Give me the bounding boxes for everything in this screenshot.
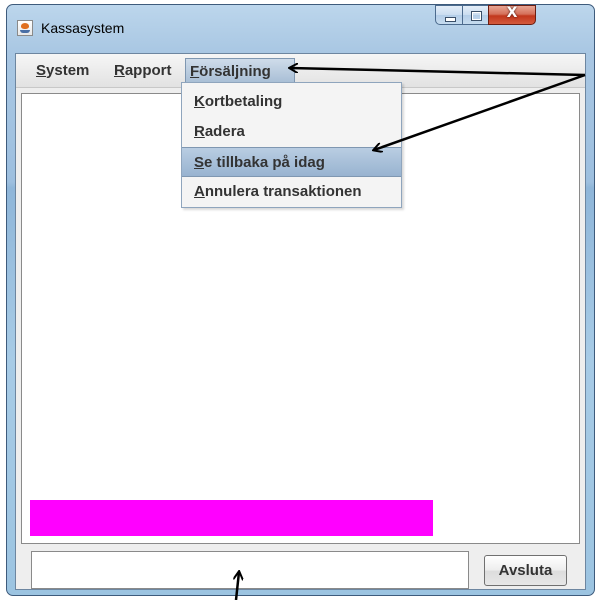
arrow-to-item — [374, 73, 586, 150]
screenshot-stage: Kassasystem X System Rapport Försäljning… — [0, 0, 603, 600]
annotation-overlay — [0, 0, 586, 600]
arrow-to-menu — [290, 68, 586, 77]
arrow-to-bottom-field — [236, 572, 239, 600]
